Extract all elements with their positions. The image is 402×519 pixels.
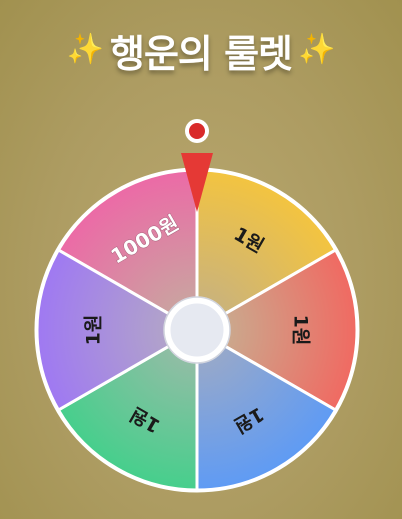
pointer-pin-icon [189, 123, 205, 139]
roulette-wheel[interactable]: 1000원 1원1원1원1원1원 [0, 0, 402, 519]
spin-hub-button[interactable] [163, 296, 231, 364]
segment-label: 1원 [290, 315, 312, 346]
segment-label: 1원 [83, 315, 105, 346]
